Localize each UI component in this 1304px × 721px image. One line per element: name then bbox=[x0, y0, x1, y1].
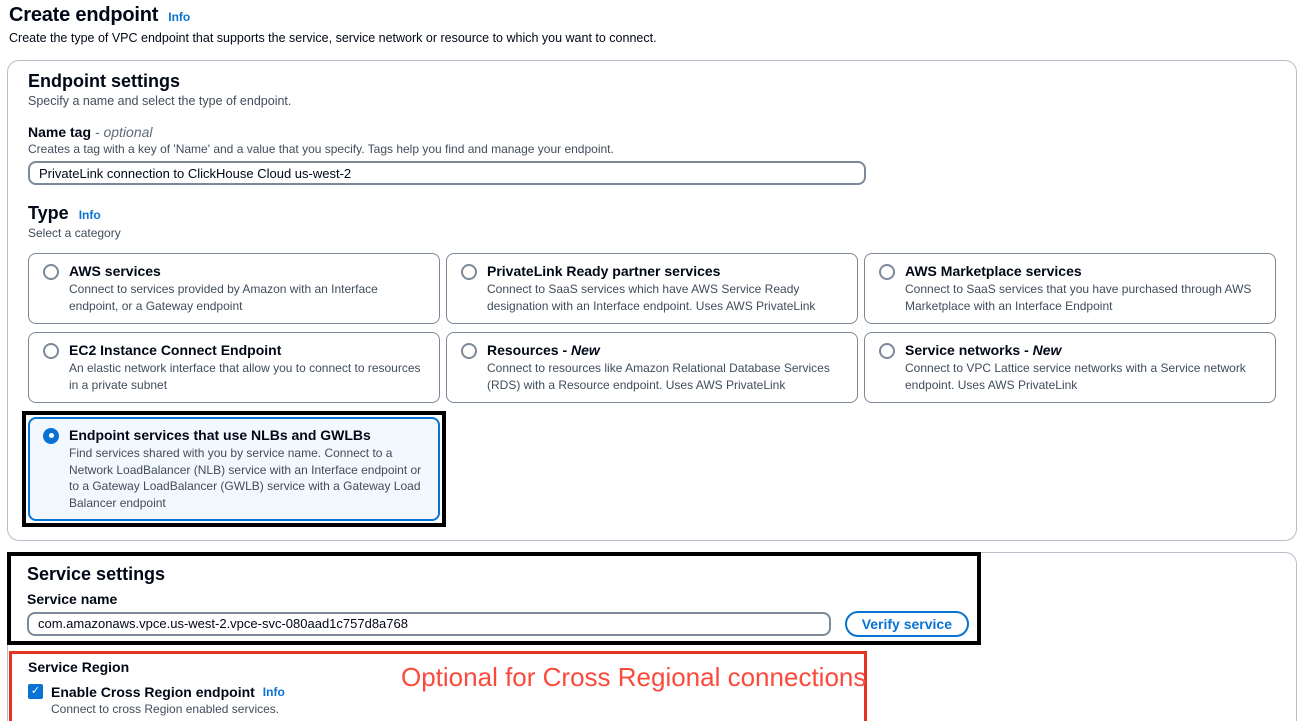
type-option-marketplace[interactable]: AWS Marketplace services Connect to SaaS… bbox=[864, 253, 1276, 324]
create-endpoint-page: Create endpoint Info Create the type of … bbox=[0, 0, 1304, 721]
service-settings-heading: Service settings bbox=[27, 564, 969, 585]
name-tag-constraint: Creates a tag with a key of 'Name' and a… bbox=[28, 142, 1276, 156]
radio-icon[interactable] bbox=[879, 343, 895, 359]
type-heading: Type bbox=[28, 203, 69, 224]
service-name-input[interactable] bbox=[27, 612, 831, 636]
page-title: Create endpoint bbox=[9, 4, 158, 27]
endpoint-settings-panel: Endpoint settings Specify a name and sel… bbox=[7, 60, 1297, 541]
radio-icon[interactable] bbox=[879, 264, 895, 280]
page-subtitle: Create the type of VPC endpoint that sup… bbox=[9, 31, 1297, 45]
cross-region-checkbox[interactable]: ✓ bbox=[28, 684, 43, 699]
page-header: Create endpoint Info Create the type of … bbox=[7, 4, 1297, 45]
radio-icon[interactable] bbox=[43, 264, 59, 280]
annotation-box-service-region: Optional for Cross Regional connections … bbox=[9, 651, 867, 721]
name-tag-label: Name tag - optional bbox=[28, 124, 1276, 140]
radio-checked-icon[interactable] bbox=[43, 428, 59, 444]
cross-region-info-link[interactable]: Info bbox=[263, 685, 285, 699]
name-tag-optional: - optional bbox=[95, 124, 153, 140]
annotation-text: Optional for Cross Regional connections bbox=[401, 662, 866, 693]
radio-icon[interactable] bbox=[461, 343, 477, 359]
annotation-box-selected-type: Endpoint services that use NLBs and GWLB… bbox=[22, 411, 446, 527]
type-option-ec2-instance-connect[interactable]: EC2 Instance Connect Endpoint An elastic… bbox=[28, 332, 440, 403]
type-option-endpoint-services-nlb-gwlb[interactable]: Endpoint services that use NLBs and GWLB… bbox=[28, 417, 440, 521]
type-option-privatelink-partner[interactable]: PrivateLink Ready partner services Conne… bbox=[446, 253, 858, 324]
endpoint-settings-description: Specify a name and select the type of en… bbox=[28, 94, 1276, 108]
radio-icon[interactable] bbox=[43, 343, 59, 359]
name-tag-input[interactable] bbox=[28, 161, 866, 185]
endpoint-settings-heading: Endpoint settings bbox=[28, 71, 1276, 92]
service-settings-panel: Service settings Service name Verify ser… bbox=[7, 552, 1297, 721]
type-option-service-networks[interactable]: Service networks - New Connect to VPC La… bbox=[864, 332, 1276, 403]
cross-region-checkbox-label: Enable Cross Region endpoint bbox=[51, 684, 255, 700]
cross-region-description: Connect to cross Region enabled services… bbox=[51, 702, 864, 716]
type-option-resources[interactable]: Resources - New Connect to resources lik… bbox=[446, 332, 858, 403]
service-name-label: Service name bbox=[27, 591, 969, 607]
page-info-link[interactable]: Info bbox=[168, 10, 190, 24]
verify-service-button[interactable]: Verify service bbox=[845, 611, 969, 637]
type-option-aws-services[interactable]: AWS services Connect to services provide… bbox=[28, 253, 440, 324]
type-options-grid: AWS services Connect to services provide… bbox=[28, 253, 1276, 527]
annotation-box-service-settings: Service settings Service name Verify ser… bbox=[7, 552, 981, 645]
type-description: Select a category bbox=[28, 226, 1276, 240]
radio-icon[interactable] bbox=[461, 264, 477, 280]
type-info-link[interactable]: Info bbox=[79, 208, 101, 222]
